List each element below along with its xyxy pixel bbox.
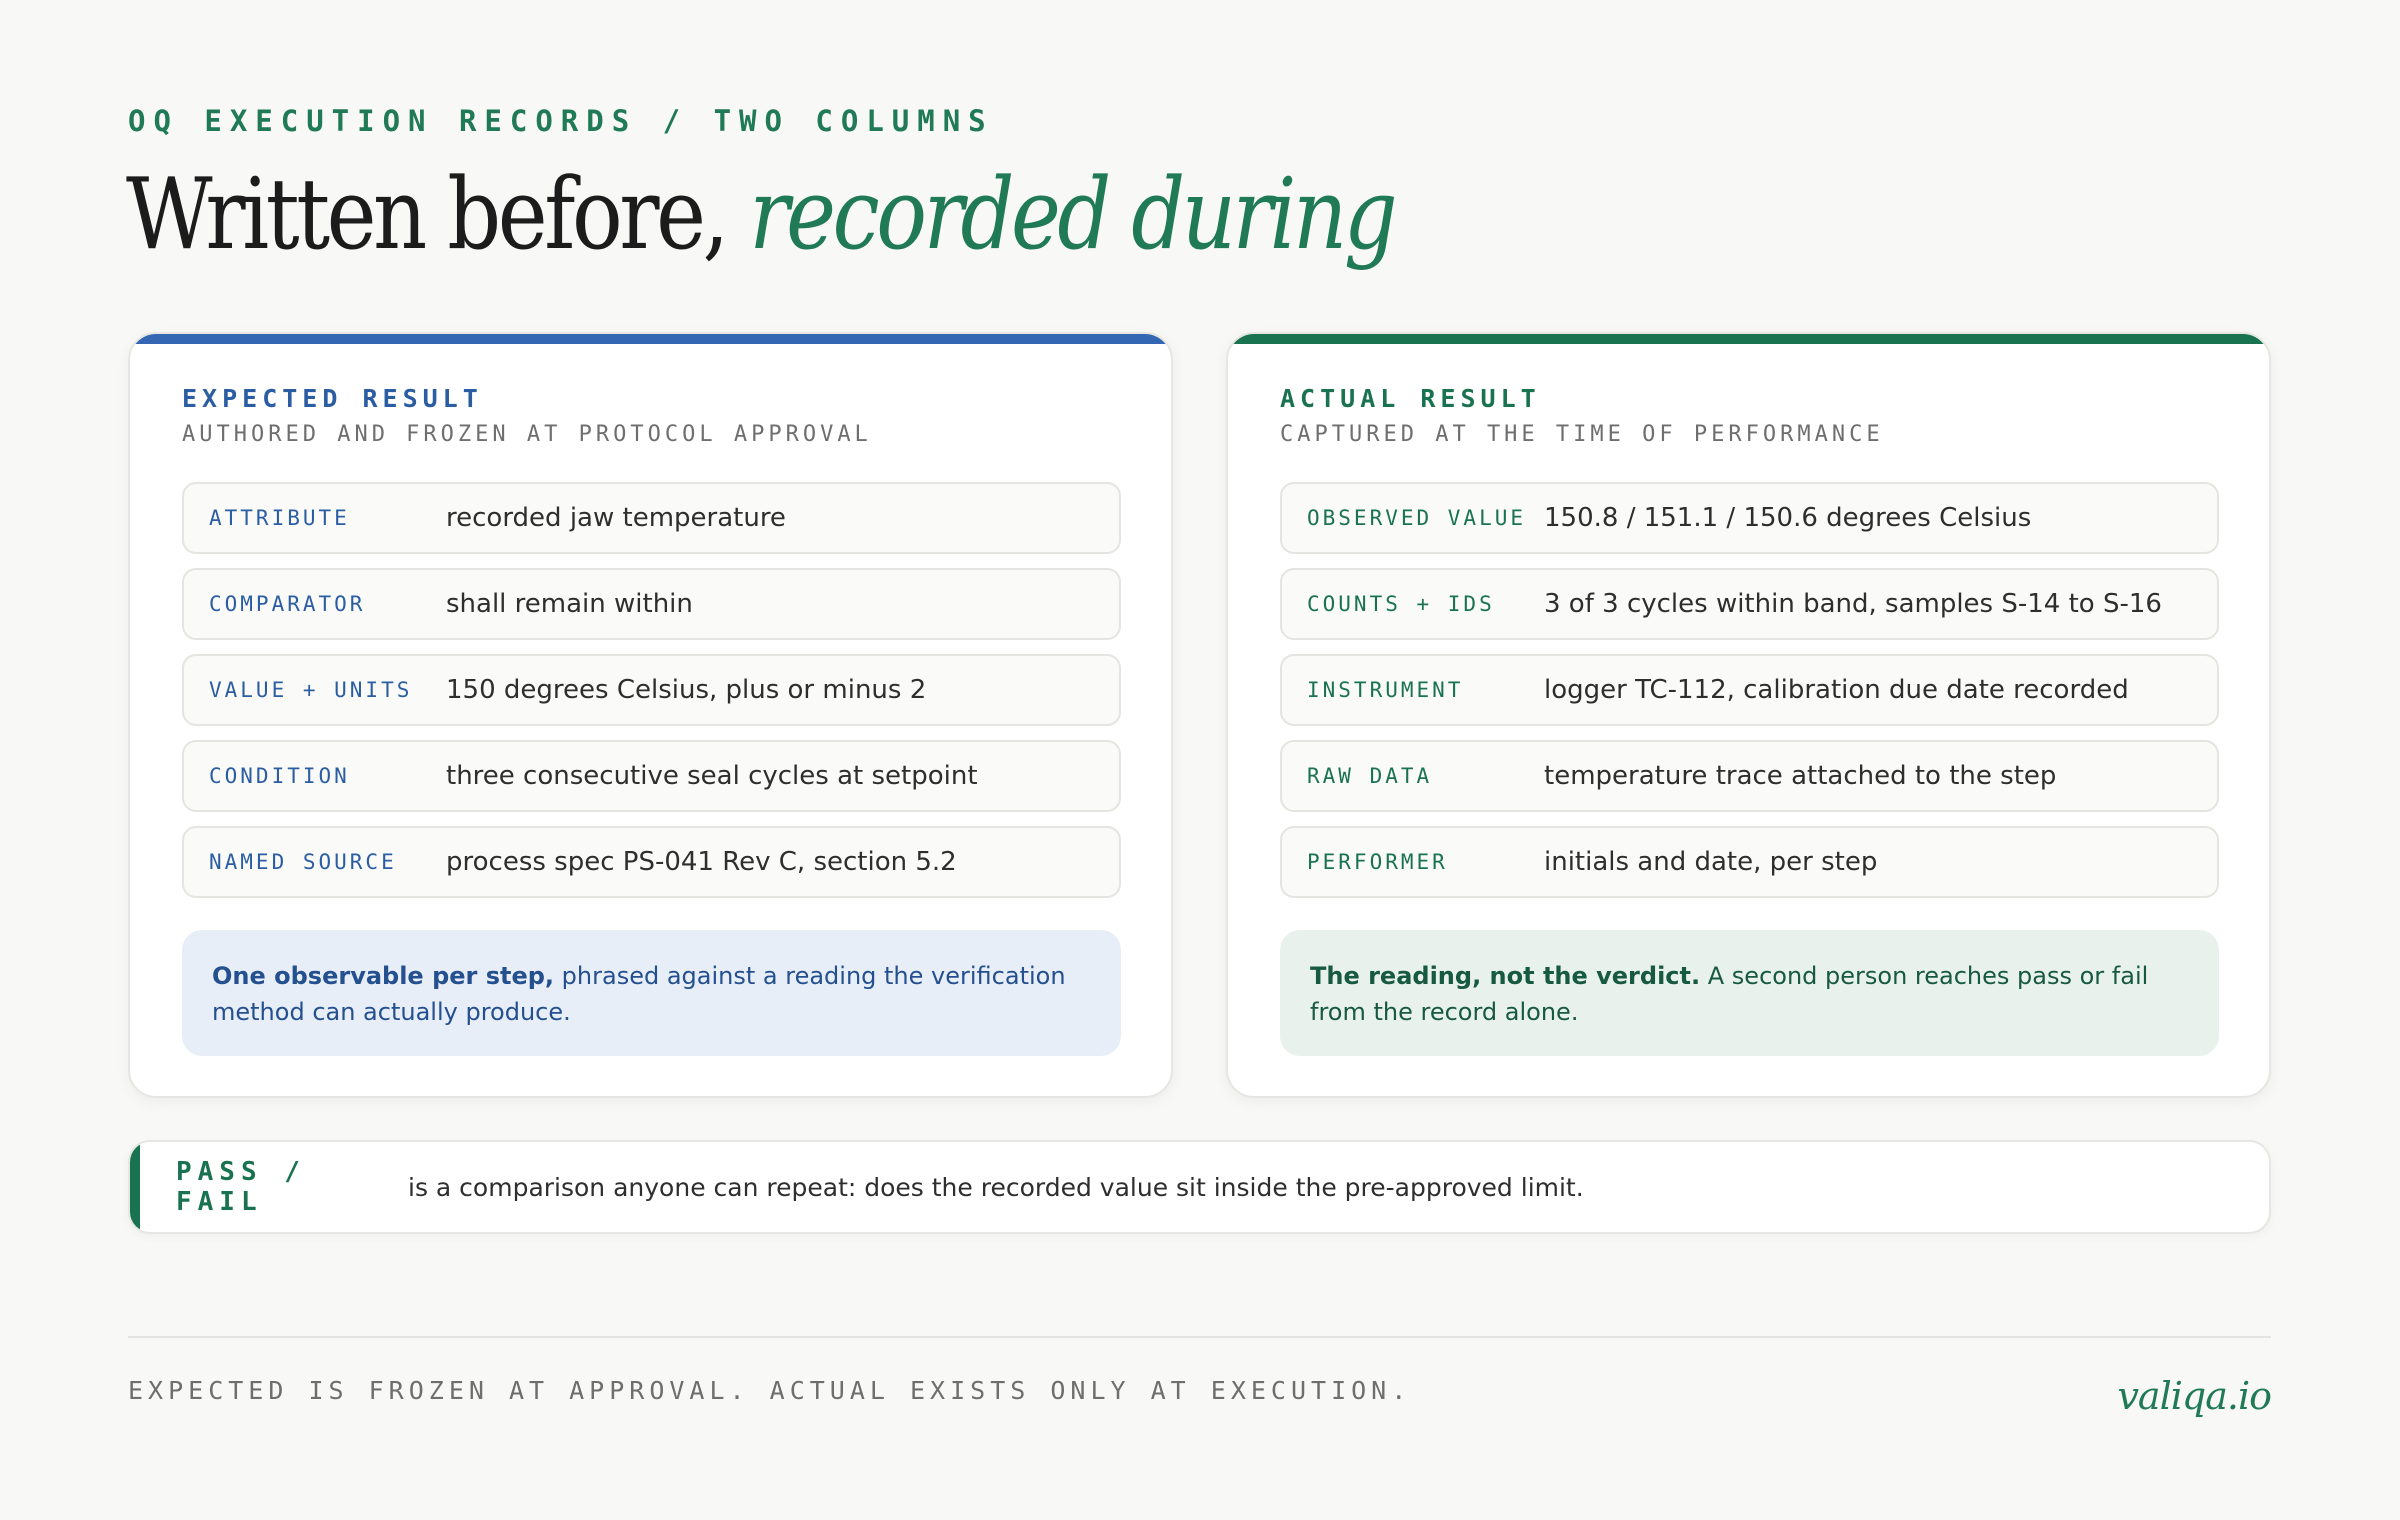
expected-row: NAMED SOURCE process spec PS-041 Rev C, … bbox=[182, 826, 1121, 898]
row-value: shall remain within bbox=[446, 589, 693, 619]
eyebrow-label: OQ EXECUTION RECORDS / TWO COLUMNS bbox=[128, 104, 994, 138]
row-key: COUNTS + IDS bbox=[1307, 592, 1495, 616]
actual-rows: OBSERVED VALUE 150.8 / 151.1 / 150.6 deg… bbox=[1280, 482, 2219, 912]
row-value: temperature trace attached to the step bbox=[1544, 761, 2057, 791]
actual-row: COUNTS + IDS 3 of 3 cycles within band, … bbox=[1280, 568, 2219, 640]
footer-caption: EXPECTED IS FROZEN AT APPROVAL. ACTUAL E… bbox=[128, 1376, 1412, 1405]
row-key: ATTRIBUTE bbox=[209, 506, 350, 530]
actual-note: The reading, not the verdict. A second p… bbox=[1280, 930, 2219, 1056]
row-value: 150.8 / 151.1 / 150.6 degrees Celsius bbox=[1544, 503, 2032, 533]
row-key: NAMED SOURCE bbox=[209, 850, 397, 874]
expected-card-title: EXPECTED RESULT bbox=[182, 384, 483, 413]
row-key: OBSERVED VALUE bbox=[1307, 506, 1527, 530]
pass-fail-banner: PASS / FAIL is a comparison anyone can r… bbox=[128, 1140, 2271, 1234]
row-key: VALUE + UNITS bbox=[209, 678, 413, 702]
row-value: three consecutive seal cycles at setpoin… bbox=[446, 761, 978, 791]
row-key: INSTRUMENT bbox=[1307, 678, 1464, 702]
expected-note-bold: One observable per step, bbox=[212, 962, 555, 990]
pass-fail-label: PASS / FAIL bbox=[176, 1157, 306, 1217]
actual-row: PERFORMER initials and date, per step bbox=[1280, 826, 2219, 898]
brand-logo: valiqa.io bbox=[2117, 1374, 2272, 1418]
row-key: PERFORMER bbox=[1307, 850, 1448, 874]
row-value: recorded jaw temperature bbox=[446, 503, 786, 533]
expected-card-subtitle: AUTHORED AND FROZEN AT PROTOCOL APPROVAL bbox=[182, 422, 872, 447]
row-value: 3 of 3 cycles within band, samples S-14 … bbox=[1544, 589, 2162, 619]
pass-fail-text: is a comparison anyone can repeat: does … bbox=[408, 1172, 1584, 1202]
expected-row: ATTRIBUTE recorded jaw temperature bbox=[182, 482, 1121, 554]
actual-row: RAW DATA temperature trace attached to t… bbox=[1280, 740, 2219, 812]
row-key: COMPARATOR bbox=[209, 592, 366, 616]
actual-card-title: ACTUAL RESULT bbox=[1280, 384, 1541, 413]
expected-row: VALUE + UNITS 150 degrees Celsius, plus … bbox=[182, 654, 1121, 726]
actual-row: INSTRUMENT logger TC-112, calibration du… bbox=[1280, 654, 2219, 726]
footer-divider bbox=[128, 1336, 2271, 1338]
row-key: RAW DATA bbox=[1307, 764, 1433, 788]
pass-fail-accent-stripe bbox=[130, 1142, 140, 1232]
page-title: Written before, recorded during bbox=[126, 158, 1398, 272]
expected-row: COMPARATOR shall remain within bbox=[182, 568, 1121, 640]
row-value: logger TC-112, calibration due date reco… bbox=[1544, 675, 2129, 705]
row-value: process spec PS-041 Rev C, section 5.2 bbox=[446, 847, 957, 877]
row-value: initials and date, per step bbox=[1544, 847, 1878, 877]
actual-result-card: ACTUAL RESULT CAPTURED AT THE TIME OF PE… bbox=[1226, 332, 2271, 1098]
page-title-plain: Written before, bbox=[126, 158, 750, 272]
actual-card-subtitle: CAPTURED AT THE TIME OF PERFORMANCE bbox=[1280, 422, 1884, 447]
row-key: CONDITION bbox=[209, 764, 350, 788]
page-title-accent: recorded during bbox=[749, 158, 1398, 272]
row-value: 150 degrees Celsius, plus or minus 2 bbox=[446, 675, 927, 705]
expected-note: One observable per step, phrased against… bbox=[182, 930, 1121, 1056]
actual-card-accent-bar bbox=[1228, 334, 2269, 344]
expected-card-accent-bar bbox=[130, 334, 1171, 344]
expected-rows: ATTRIBUTE recorded jaw temperature COMPA… bbox=[182, 482, 1121, 912]
actual-note-bold: The reading, not the verdict. bbox=[1310, 962, 1701, 990]
expected-row: CONDITION three consecutive seal cycles … bbox=[182, 740, 1121, 812]
expected-result-card: EXPECTED RESULT AUTHORED AND FROZEN AT P… bbox=[128, 332, 1173, 1098]
actual-row: OBSERVED VALUE 150.8 / 151.1 / 150.6 deg… bbox=[1280, 482, 2219, 554]
